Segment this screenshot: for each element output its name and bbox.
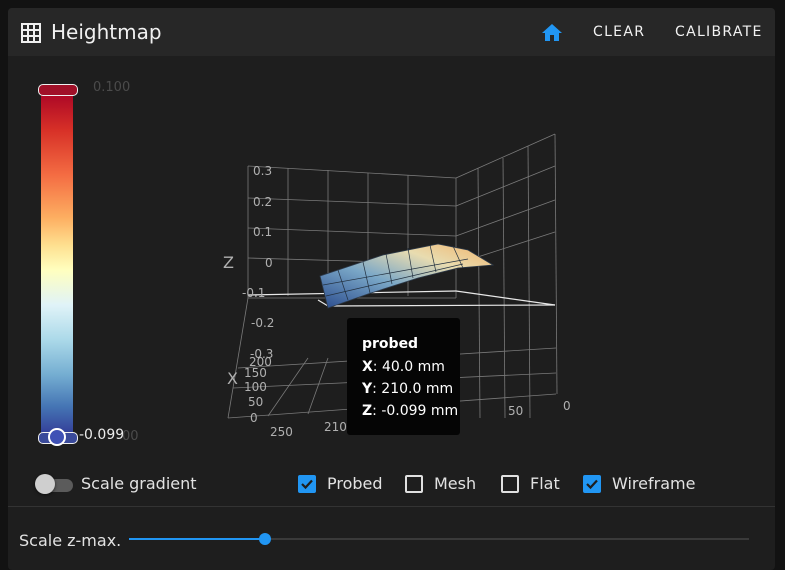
x-axis-label: X	[227, 369, 238, 388]
wireframe-checkbox[interactable]	[583, 475, 601, 493]
card-header: Heightmap CLEAR CALIBRATE	[8, 8, 775, 56]
tooltip-title: probed	[362, 336, 419, 352]
x-tick: 50	[248, 395, 263, 409]
gradient-min-ghost: 00	[122, 429, 139, 444]
z-tick: 0	[265, 256, 273, 270]
divider	[8, 506, 775, 507]
z-tick: 0.2	[253, 195, 272, 209]
wireframe-label: Wireframe	[612, 474, 696, 493]
probed-label: Probed	[327, 474, 383, 493]
x-tick: 0	[250, 411, 258, 425]
flat-checkbox[interactable]	[501, 475, 519, 493]
mesh-checkbox[interactable]	[405, 475, 423, 493]
tooltip-x-key: X	[362, 359, 373, 375]
calibrate-button[interactable]: CALIBRATE	[675, 24, 763, 40]
zero-plane-edge	[455, 290, 556, 306]
page-title: Heightmap	[51, 20, 162, 44]
scale-zmax-label: Scale z-max.	[19, 531, 122, 550]
y-tick: 210	[324, 420, 347, 434]
check-icon	[301, 479, 313, 490]
clear-button[interactable]: CLEAR	[593, 24, 645, 40]
z-tick: 0.3	[253, 164, 272, 178]
tooltip-z-value: : -0.099 mm	[372, 403, 459, 419]
y-tick: 0	[563, 399, 571, 413]
z-tick: -0.2	[251, 316, 274, 330]
gradient-max-value: 0.100	[93, 80, 131, 95]
grid-icon	[21, 23, 41, 43]
tooltip-z-key: Z	[362, 403, 373, 419]
mesh-label: Mesh	[434, 474, 477, 493]
x-tick: 100	[244, 380, 267, 394]
tooltip-y-value: : 210.0 mm	[372, 381, 454, 397]
y-tick: 250	[270, 425, 293, 438]
home-icon[interactable]	[540, 21, 564, 45]
gradient-max-handle[interactable]	[38, 84, 78, 96]
flat-label: Flat	[530, 474, 560, 493]
zero-plane-edge	[327, 304, 556, 307]
y-tick: 50	[508, 404, 523, 418]
tooltip-x-value: : 40.0 mm	[372, 359, 445, 375]
probed-checkbox[interactable]	[298, 475, 316, 493]
z-tick: -0.1	[242, 286, 265, 300]
z-axis-label: Z	[223, 253, 234, 272]
color-gradient-bar	[41, 88, 73, 438]
z-tick: 0.1	[253, 225, 272, 239]
scale-gradient-toggle-knob[interactable]	[35, 474, 55, 494]
scale-zmax-thumb[interactable]	[259, 533, 272, 545]
scale-gradient-label: Scale gradient	[81, 474, 197, 493]
gradient-min-knob[interactable]	[48, 428, 66, 446]
check-icon	[586, 479, 598, 490]
probe-tooltip: probed X: 40.0 mm Y: 210.0 mm Z: -0.099 …	[347, 318, 460, 435]
gradient-min-value: -0.099	[79, 427, 125, 443]
heightmap-card: Heightmap CLEAR CALIBRATE 0.100 -0.099 0…	[8, 8, 775, 570]
tooltip-y-key: Y	[362, 381, 373, 397]
scale-zmax-fill	[129, 538, 266, 540]
x-tick: 150	[244, 366, 267, 380]
